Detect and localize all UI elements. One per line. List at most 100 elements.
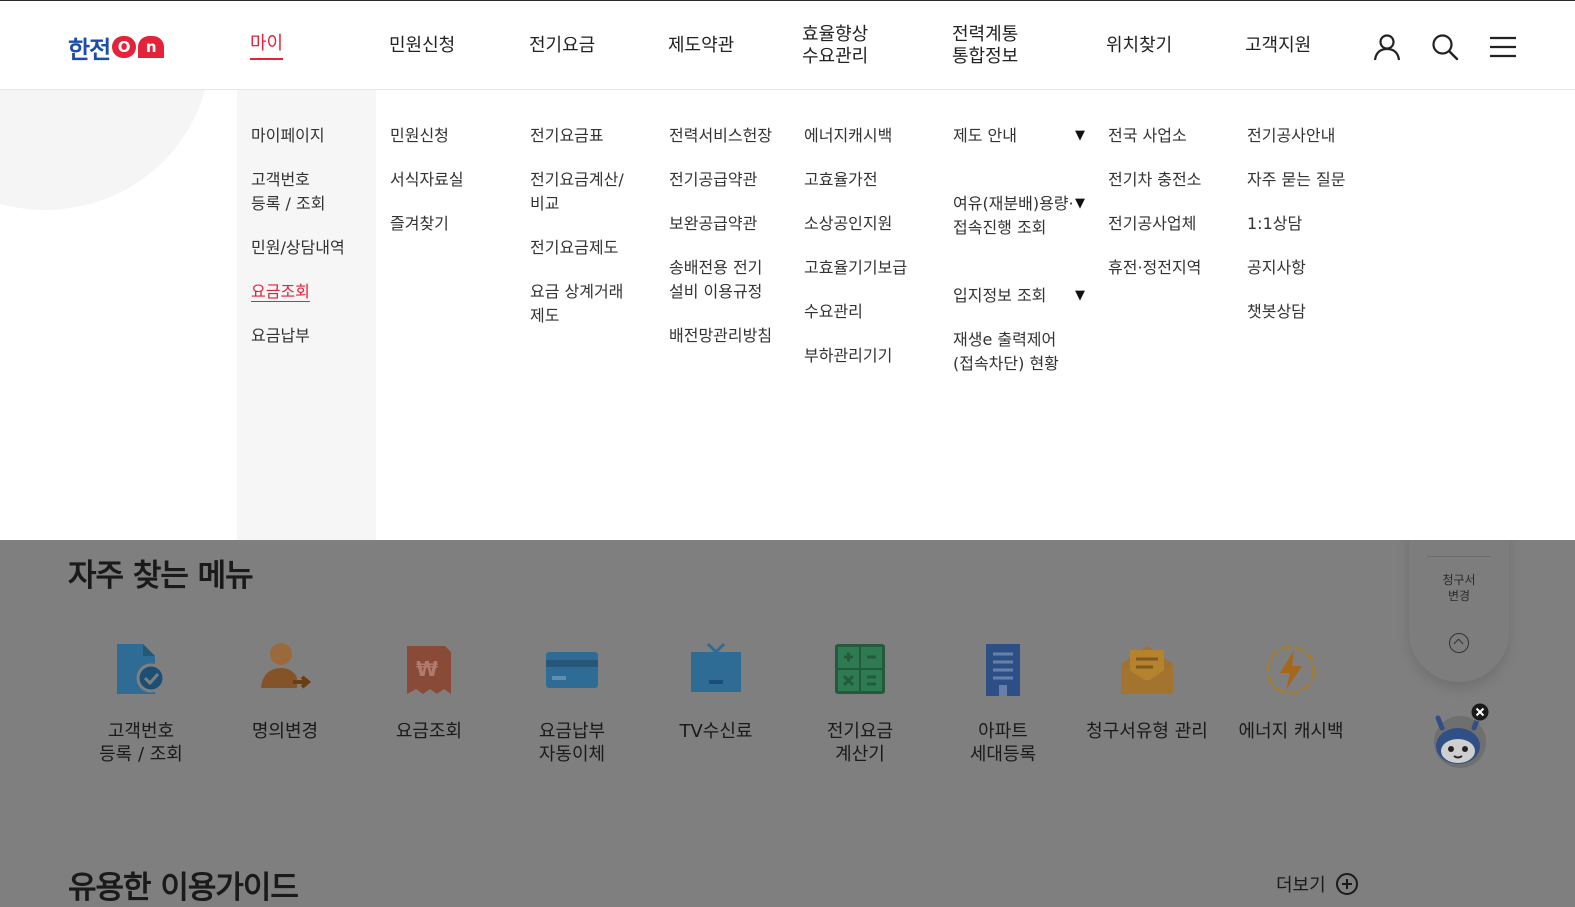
menu-item-fee-inquiry[interactable]: 요금조회 (251, 280, 371, 304)
search-icon[interactable] (1429, 31, 1461, 63)
menu-item-fee-payment[interactable]: 요금납부 (251, 324, 371, 348)
menu-item-label: 여유(재분배)용량· 접속진행 조회 (953, 194, 1074, 237)
quick-item-label: 명의변경 (251, 721, 319, 742)
menu-item-notice[interactable]: 공지사항 (1247, 256, 1377, 280)
gnb-label: 고객지원 (1245, 35, 1312, 56)
menu-item-civil-request[interactable]: 민원신청 (390, 124, 510, 148)
gnb-item-grid-info[interactable]: 전력계통 통합정보 (952, 1, 1018, 91)
page: 한전 O n 마이 민원신청 전기요금 제도약관 효율향상 수요관리 전력계통 … (0, 0, 1575, 907)
menu-item-service-charter[interactable]: 전력서비스헌장 (669, 124, 799, 148)
mega-col-support: 전기공사안내 자주 묻는 질문 1:1상담 공지사항 챗봇상담 (1247, 124, 1377, 344)
quick-item-auto-payment[interactable]: 요금납부 자동이체 (502, 640, 642, 766)
menu-item-construction-guide[interactable]: 전기공사안내 (1247, 124, 1377, 148)
logo-on-o: O (112, 36, 137, 58)
menu-item-faq[interactable]: 자주 묻는 질문 (1247, 168, 1377, 192)
more-button[interactable]: 더보기 (1276, 871, 1358, 897)
menu-item-contractors[interactable]: 전기공사업체 (1108, 212, 1238, 236)
gnb-label: 마이 (250, 33, 284, 60)
quick-item-tv-fee[interactable]: TV수신료 (646, 640, 786, 743)
menu-item-demand-management[interactable]: 수요관리 (804, 300, 934, 324)
quick-item-label: 에너지 캐시백 (1238, 721, 1344, 742)
quick-item-label: 고객번호 등록 / 조회 (99, 721, 183, 765)
close-icon[interactable] (1470, 702, 1490, 722)
mail-envelope-icon (1117, 640, 1177, 700)
quick-item-label: 청구서유형 관리 (1086, 721, 1208, 742)
mega-col-my: 마이페이지 고객번호 등록 / 조회 민원/상담내역 요금조회 요금납부 (251, 124, 371, 368)
gnb-item-support[interactable]: 고객지원 (1245, 1, 1311, 91)
quick-item-label: 전기요금 계산기 (826, 721, 894, 765)
credit-card-icon (542, 640, 602, 700)
gnb-item-efficiency[interactable]: 효율향상 수요관리 (802, 1, 868, 91)
user-icon[interactable] (1371, 31, 1403, 63)
menu-item-curtailment-status[interactable]: 재생e 출력제어 (접속차단) 현황 (953, 328, 1085, 376)
menu-item-capacity-inquiry[interactable]: 여유(재분배)용량· 접속진행 조회 ▼ (953, 168, 1085, 264)
gnb-label: 전력계통 통합정보 (952, 24, 1019, 67)
calculator-icon (830, 640, 890, 700)
menu-item-forms[interactable]: 서식자료실 (390, 168, 510, 192)
menu-item-outage-area[interactable]: 휴전·정전지역 (1108, 256, 1238, 280)
menu-item-site-info[interactable]: 입지정보 조회 ▼ (953, 284, 1085, 308)
menu-item-customer-number[interactable]: 고객번호 등록 / 조회 (251, 168, 371, 216)
menu-item-offices[interactable]: 전국 사업소 (1108, 124, 1238, 148)
gnb-label: 민원신청 (389, 35, 456, 56)
quick-item-label: 요금납부 자동이체 (538, 721, 606, 765)
gnb-item-my[interactable]: 마이 (250, 1, 284, 91)
menu-item-system-guide[interactable]: 제도 안내 ▼ (953, 124, 1085, 148)
svg-text:₩: ₩ (416, 657, 438, 681)
menu-item-load-management[interactable]: 부하관리기기 (804, 344, 934, 368)
more-label: 더보기 (1276, 875, 1326, 896)
mega-col-efficiency: 에너지캐시백 고효율가전 소상공인지원 고효율기기보급 수요관리 부하관리기기 (804, 124, 934, 388)
menu-item-fee-table[interactable]: 전기요금표 (530, 124, 660, 148)
quick-item-fee-inquiry[interactable]: ₩ 요금조회 (359, 640, 499, 743)
quick-item-fee-calculator[interactable]: 전기요금 계산기 (790, 640, 930, 766)
menu-item-one-on-one[interactable]: 1:1상담 (1247, 212, 1377, 236)
header: 한전 O n 마이 민원신청 전기요금 제도약관 효율향상 수요관리 전력계통 … (0, 0, 1575, 90)
menu-item-label: 제도 안내 (953, 126, 1017, 145)
divider (1427, 556, 1491, 557)
triangle-down-icon: ▼ (1075, 128, 1085, 143)
menu-item-ev-charger[interactable]: 전기차 충전소 (1108, 168, 1238, 192)
quick-item-label: TV수신료 (679, 721, 753, 742)
hamburger-menu-icon[interactable] (1487, 31, 1519, 63)
menu-item-mypage[interactable]: 마이페이지 (251, 124, 371, 148)
quick-item-customer-number[interactable]: 고객번호 등록 / 조회 (71, 640, 211, 766)
menu-item-efficient-devices[interactable]: 고효율기기보급 (804, 256, 934, 280)
mega-menu: 마이페이지 고객번호 등록 / 조회 민원/상담내역 요금조회 요금납부 민원신… (0, 90, 1575, 540)
frequent-menu-title: 자주 찾는 메뉴 (68, 558, 254, 594)
menu-item-backup-supply[interactable]: 보완공급약관 (669, 212, 799, 236)
gnb-item-terms[interactable]: 제도약관 (668, 1, 734, 91)
decorative-circle (0, 90, 210, 210)
menu-item-net-metering[interactable]: 요금 상계거래 제도 (530, 280, 660, 328)
menu-item-small-business[interactable]: 소상공인지원 (804, 212, 934, 236)
quick-item-bill-type[interactable]: 청구서유형 관리 (1077, 640, 1217, 743)
document-check-icon (111, 640, 171, 700)
quick-item-name-change[interactable]: 명의변경 (215, 640, 355, 743)
mega-col-civil: 민원신청 서식자료실 즐겨찾기 (390, 124, 510, 256)
bill-change-button[interactable]: 청구서 변경 (1409, 572, 1509, 604)
menu-item-chatbot[interactable]: 챗봇상담 (1247, 300, 1377, 324)
triangle-down-icon: ▼ (1075, 288, 1085, 303)
menu-item-efficient-appliance[interactable]: 고효율가전 (804, 168, 934, 192)
chatbot-button[interactable] (1428, 702, 1492, 770)
mega-col-fee: 전기요금표 전기요금계산/ 비교 전기요금제도 요금 상계거래 제도 (530, 124, 660, 348)
menu-item-fee-calc[interactable]: 전기요금계산/ 비교 (530, 168, 660, 216)
menu-item-transmission-rules[interactable]: 송배전용 전기 설비 이용규정 (669, 256, 799, 304)
mega-col-location: 전국 사업소 전기차 충전소 전기공사업체 휴전·정전지역 (1108, 124, 1238, 300)
menu-item-fee-system[interactable]: 전기요금제도 (530, 236, 660, 260)
logo[interactable]: 한전 O n (68, 31, 165, 64)
quick-item-apartment[interactable]: 아파트 세대등록 (933, 640, 1073, 766)
menu-item-energy-cashback[interactable]: 에너지캐시백 (804, 124, 934, 148)
won-receipt-icon: ₩ (399, 640, 459, 700)
quick-item-label: 요금조회 (395, 721, 463, 742)
gnb-item-civil-request[interactable]: 민원신청 (389, 1, 455, 91)
gnb-item-location[interactable]: 위치찾기 (1106, 1, 1172, 91)
menu-item-inquiry-history[interactable]: 민원/상담내역 (251, 236, 371, 260)
gnb-item-electric-fee[interactable]: 전기요금 (529, 1, 595, 91)
menu-item-favorites[interactable]: 즐겨찾기 (390, 212, 510, 236)
quick-item-energy-cashback[interactable]: 에너지 캐시백 (1221, 640, 1361, 743)
gnb-label: 위치찾기 (1106, 35, 1173, 56)
dimmed-content: 자주 찾는 메뉴 고객번호 등록 / 조회 명의변경 ₩ 요금조회 요금납부 자… (0, 540, 1575, 907)
menu-item-supply-terms[interactable]: 전기공급약관 (669, 168, 799, 192)
menu-item-distribution-policy[interactable]: 배전망관리방침 (669, 324, 799, 348)
scroll-top-icon[interactable] (1449, 633, 1469, 653)
